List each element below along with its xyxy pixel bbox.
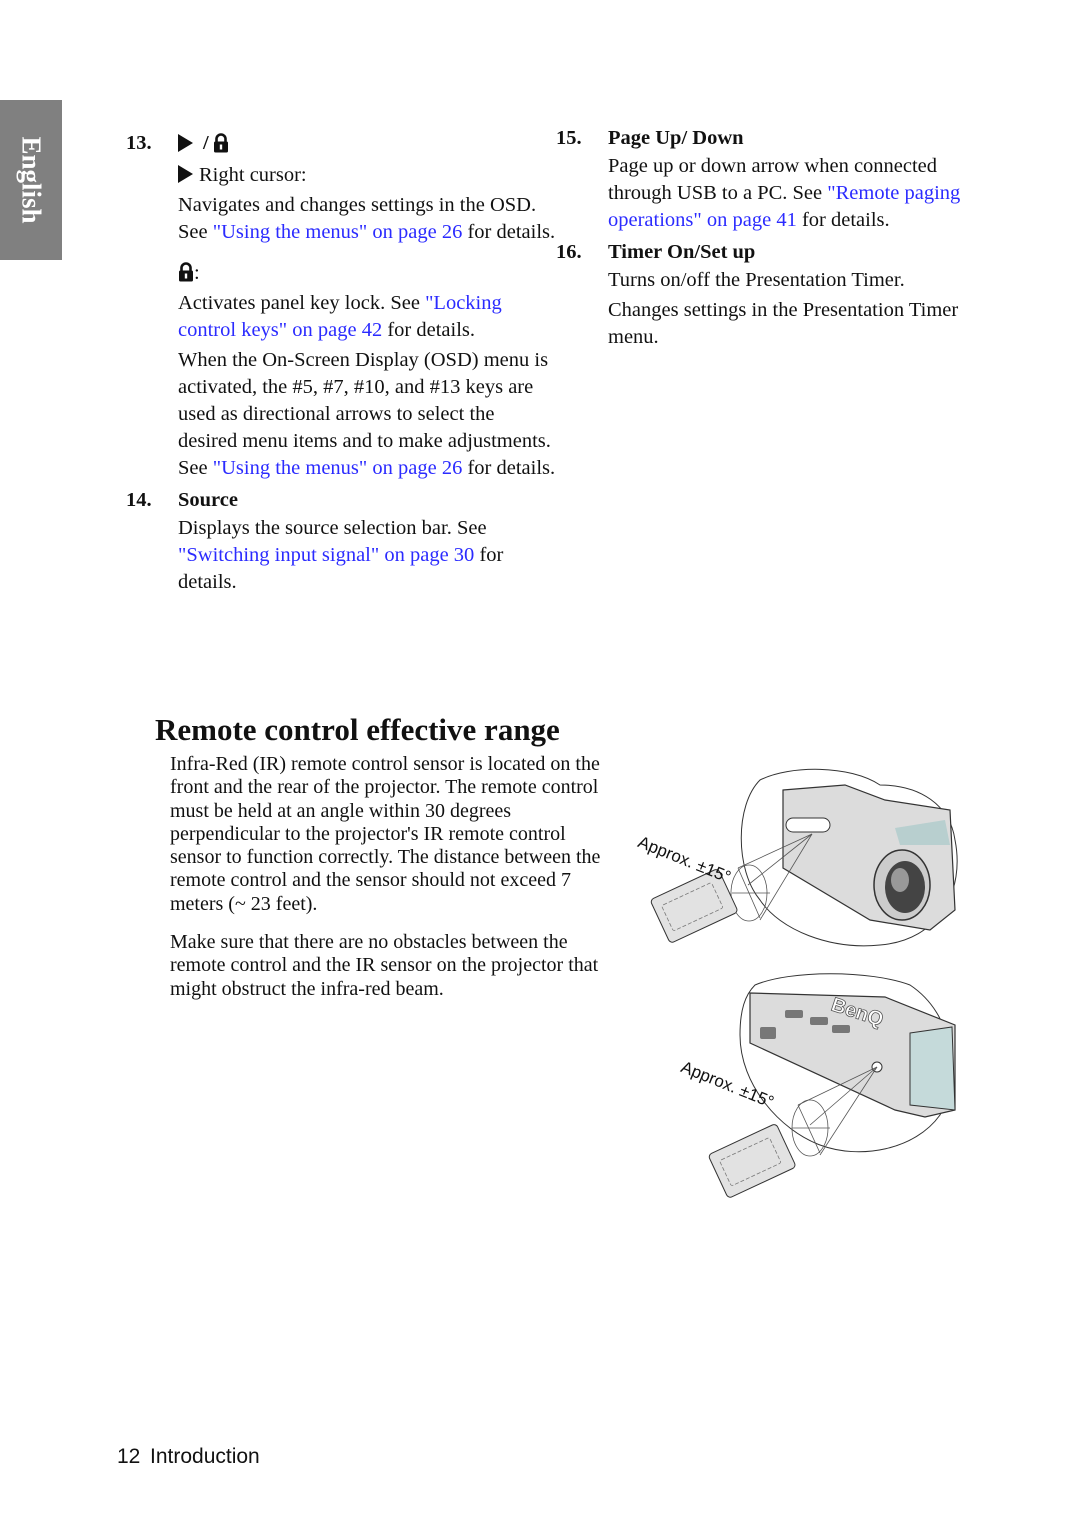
rear-range-illustration: BenQ Approx. ±15° [670,965,970,1205]
item-16-title: Timer On/Set up [608,240,756,263]
left-column: 13. / Right cursor: Navigates and change… [126,128,556,599]
language-side-tab: English [0,100,62,260]
item-13-body: Right cursor: Navigates and changes sett… [178,162,556,482]
item-13-separator: / [203,131,209,154]
source-description: Displays the source selection bar. See "… [178,517,504,593]
language-label: English [16,136,47,224]
item-16-heading: 16. Timer On/Set up [556,237,986,267]
item-14-body: Displays the source selection bar. See "… [178,515,556,596]
link-using-the-menus[interactable]: "Using the menus" on page 26 [213,221,463,243]
right-arrow-icon [178,134,193,152]
footer-page-number: 12 [117,1445,141,1468]
item-16-body: Turns on/off the Presentation Timer. Cha… [608,267,986,351]
right-cursor-description: Navigates and changes settings in the OS… [178,194,556,243]
footer-chapter: Introduction [150,1445,260,1468]
link-switching-input-signal[interactable]: "Switching input signal" on page 30 [178,544,474,566]
item-15-heading: 15. Page Up/ Down [556,123,986,153]
item-16-number: 16. [556,240,582,263]
section-title: Remote control effective range [155,712,560,747]
right-cursor-heading: Right cursor: [178,162,556,189]
timer-description-1: Turns on/off the Presentation Timer. [608,269,905,291]
lock-icon [179,262,193,282]
right-column: 15. Page Up/ Down Page up or down arrow … [556,123,986,354]
item-15-title: Page Up/ Down [608,126,744,149]
item-14-heading: 14. Source [126,485,556,515]
link-using-the-menus-2[interactable]: "Using the menus" on page 26 [213,457,463,479]
item-14-number: 14. [126,488,152,511]
osd-description: When the On-Screen Display (OSD) menu is… [178,349,556,479]
right-arrow-icon [178,165,193,183]
front-range-illustration: Approx. ±15° [620,760,970,970]
section-body: Infra-Red (IR) remote control sensor is … [170,753,615,1016]
item-15-body: Page up or down arrow when connected thr… [608,153,986,234]
lock-description: Activates panel key lock. See "Locking c… [178,292,502,341]
lock-heading: : [178,260,556,287]
lock-icon [213,133,228,153]
item-13-heading: 13. / [126,128,556,158]
timer-description-2: Changes settings in the Presentation Tim… [608,299,959,348]
item-13-number: 13. [126,131,152,154]
section-paragraph-1: Infra-Red (IR) remote control sensor is … [170,753,601,915]
item-15-number: 15. [556,126,582,149]
item-14-title: Source [178,488,238,511]
section-paragraph-2: Make sure that there are no obstacles be… [170,931,599,1000]
page-up-down-description: Page up or down arrow when connected thr… [608,155,961,231]
